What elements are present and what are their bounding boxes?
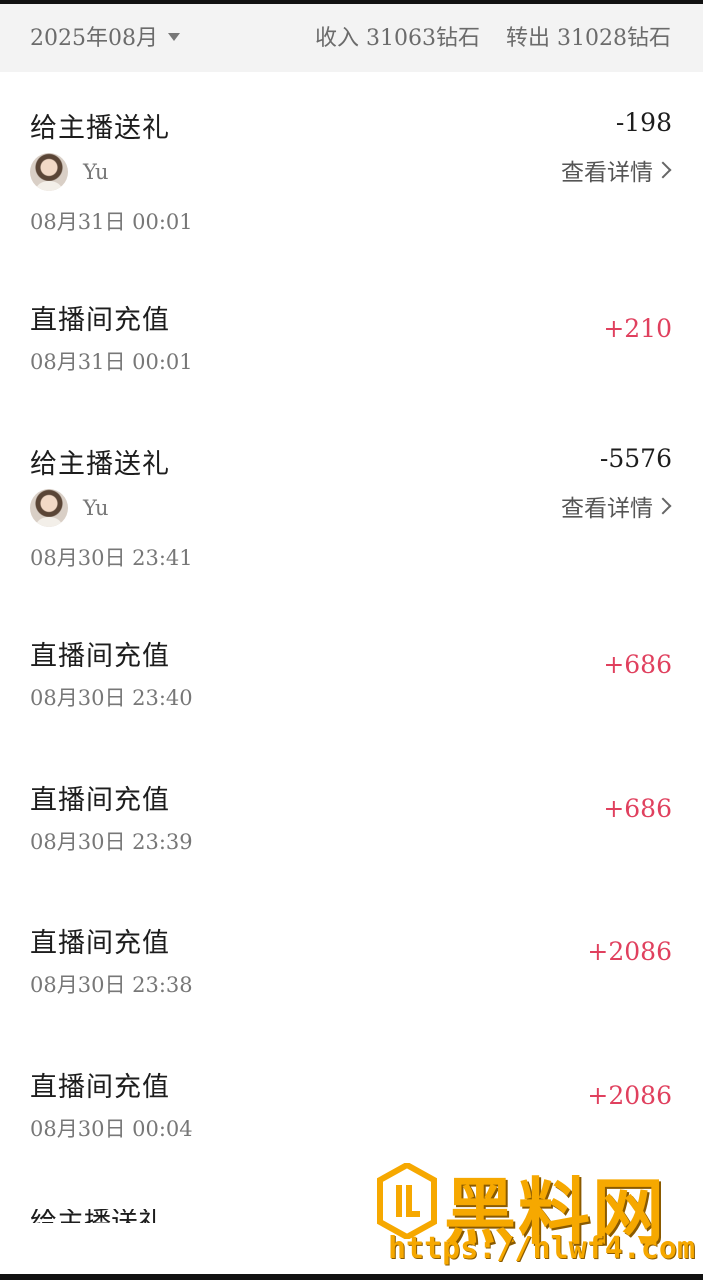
transaction-title: 直播间充值	[30, 641, 170, 672]
transaction-title: 给主播送礼	[30, 113, 170, 144]
caret-down-icon	[167, 33, 180, 41]
recipient-name: Yu	[83, 160, 109, 184]
transaction-date: 08月30日 23:38	[30, 973, 193, 997]
transaction-amount: +210	[603, 314, 672, 343]
transaction-amount: -5576	[599, 444, 672, 473]
transaction-title: 直播间充值	[30, 1072, 170, 1103]
transaction-date: 08月30日 00:04	[30, 1117, 193, 1141]
totals: 收入 31063钻石 转出 31028钻石	[315, 20, 671, 52]
chevron-right-icon	[654, 161, 672, 179]
transaction-date: 08月30日 23:41	[30, 546, 193, 570]
view-details-label: 查看详情	[561, 160, 653, 186]
transaction-amount: +2086	[587, 937, 672, 966]
transaction-title: 直播间充值	[30, 928, 170, 959]
chevron-right-icon	[654, 497, 672, 515]
transaction-title: 直播间充值	[30, 785, 170, 816]
transaction-amount: -198	[615, 108, 672, 137]
transaction-amount: +686	[603, 794, 672, 823]
partial-list-item[interactable]: 给主播送礼	[30, 1209, 165, 1223]
view-details-link[interactable]: 查看详情	[561, 153, 672, 187]
transaction-title: 给主播送礼	[30, 1209, 165, 1223]
view-details-label: 查看详情	[561, 496, 653, 522]
income-total: 收入 31063钻石	[315, 26, 481, 51]
transaction-amount: +686	[603, 650, 672, 679]
transaction-date: 08月30日 23:40	[30, 686, 193, 710]
transaction-date: 08月30日 23:39	[30, 830, 193, 854]
watermark: 黑料网 https://hlwf4.com	[376, 1159, 696, 1271]
avatar	[30, 489, 68, 527]
screen: 2025年08月 收入 31063钻石 转出 31028钻石 给主播送礼 -19…	[0, 4, 703, 1274]
transaction-amount: +2086	[587, 1081, 672, 1110]
summary-bar: 2025年08月 收入 31063钻石 转出 31028钻石	[0, 4, 703, 72]
month-selector[interactable]: 2025年08月	[30, 20, 180, 52]
transaction-date: 08月31日 00:01	[30, 210, 193, 234]
transaction-title: 直播间充值	[30, 305, 170, 336]
outgoing-total: 转出 31028钻石	[506, 26, 671, 51]
watermark-logo-icon	[377, 1163, 437, 1239]
avatar	[30, 153, 68, 191]
recipient-name: Yu	[83, 496, 109, 520]
recipient: Yu	[30, 489, 109, 527]
month-label: 2025年08月	[30, 26, 158, 51]
transaction-title: 给主播送礼	[30, 449, 170, 480]
recipient: Yu	[30, 153, 109, 191]
watermark-url: https://hlwf4.com	[388, 1231, 696, 1266]
transaction-date: 08月31日 00:01	[30, 350, 193, 374]
view-details-link[interactable]: 查看详情	[561, 489, 672, 523]
